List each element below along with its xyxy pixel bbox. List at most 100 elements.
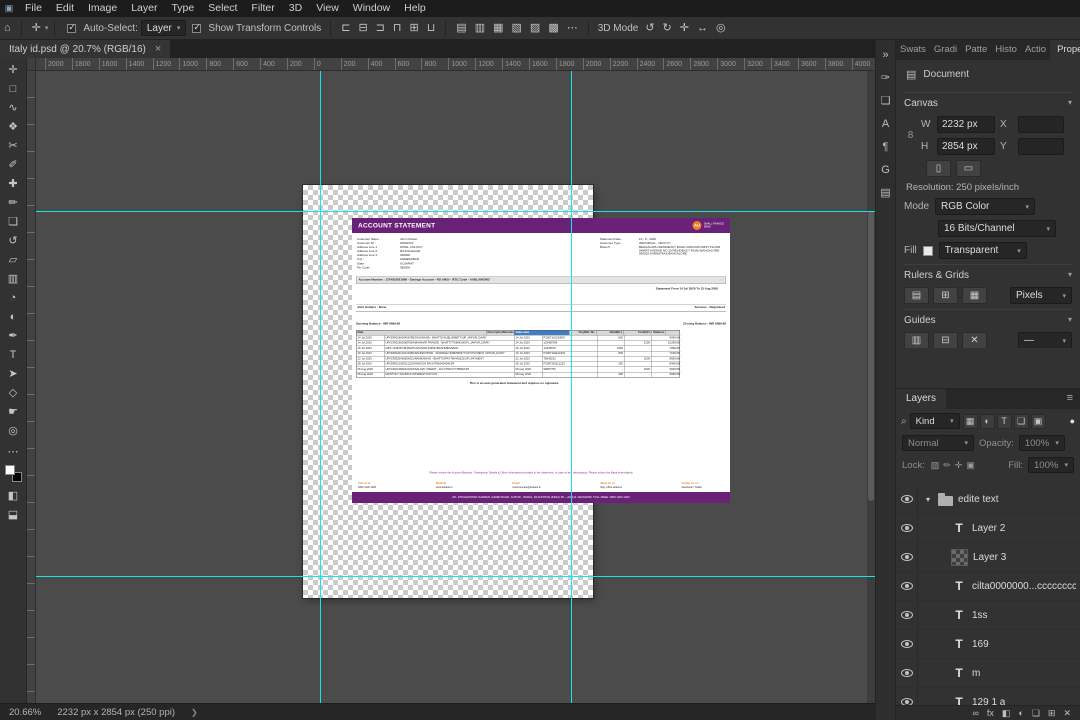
hand-tool[interactable]: ☛: [2, 402, 25, 421]
libraries-panel-icon[interactable]: ▤: [877, 181, 895, 204]
layer-visibility-toggle[interactable]: [900, 698, 913, 705]
clear-guides-icon[interactable]: ✕: [962, 332, 987, 348]
show-transform-checkbox[interactable]: [192, 22, 202, 33]
canvas-section-header[interactable]: Canvas ▾: [904, 98, 1072, 109]
more-options-icon[interactable]: ⋯: [563, 17, 582, 39]
layer-row[interactable]: 169: [896, 630, 1080, 659]
filter-shape-layers-icon[interactable]: ❏: [1013, 413, 1029, 429]
guide-vertical-1[interactable]: [320, 71, 321, 703]
gradient-tool[interactable]: ▥: [2, 269, 25, 288]
type-tool[interactable]: T: [2, 345, 25, 364]
crop-tool[interactable]: ✂: [2, 136, 25, 155]
tool-preset-arrow-icon[interactable]: ▾: [45, 24, 49, 32]
menu-item[interactable]: Edit: [49, 0, 81, 17]
layer-visibility-toggle[interactable]: [900, 611, 913, 619]
canvas[interactable]: ACCOUNT STATEMENT AU SMALL FINANCE BANK …: [27, 58, 875, 703]
layer-row[interactable]: Layer 3: [896, 543, 1080, 572]
new-layer-icon[interactable]: ⊞: [1048, 708, 1056, 719]
pen-tool[interactable]: ✒: [2, 326, 25, 345]
toggle-rulers-icon[interactable]: ▤: [904, 287, 929, 304]
new-group-icon[interactable]: ❏: [1032, 708, 1040, 719]
move-tool[interactable]: ✛: [2, 60, 25, 79]
slide-3d-camera-icon[interactable]: ↔: [693, 17, 712, 39]
menu-item[interactable]: Layer: [124, 0, 164, 17]
opacity-field[interactable]: 100% ▾: [1018, 435, 1065, 451]
layer-row[interactable]: cilta0000000...cccccccc0 d: [896, 572, 1080, 601]
edit-toolbar-icon[interactable]: ⋯: [2, 442, 25, 461]
new-horizontal-guide-icon[interactable]: ⊟: [933, 332, 958, 348]
brush-tool[interactable]: ✏: [2, 193, 25, 212]
distribute-bottom-edges-icon[interactable]: ▦: [489, 17, 507, 39]
filter-adjustment-layers-icon[interactable]: ◐: [979, 413, 995, 429]
path-selection-tool[interactable]: ➤: [2, 364, 25, 383]
color-mode-dropdown[interactable]: RGB Color ▾: [935, 198, 1036, 215]
link-dimensions-icon[interactable]: 8: [906, 130, 915, 141]
new-vertical-guide-icon[interactable]: ▥: [904, 332, 929, 348]
distribute-right-edges-icon[interactable]: ▩: [544, 17, 562, 39]
align-right-edges-icon[interactable]: ⊐: [372, 17, 389, 39]
menu-item[interactable]: 3D: [282, 0, 309, 17]
panel-tab-properties[interactable]: Properties: [1050, 40, 1080, 60]
distribute-top-edges-icon[interactable]: ▤: [452, 17, 470, 39]
menu-item[interactable]: Window: [346, 0, 397, 17]
rectangular-marquee-tool[interactable]: □: [2, 79, 25, 98]
glyphs-panel-icon[interactable]: G: [877, 158, 895, 181]
clone-source-panel-icon[interactable]: ❏: [877, 89, 895, 112]
toggle-snap-icon[interactable]: ▦: [962, 287, 987, 304]
units-dropdown[interactable]: Pixels ▾: [1010, 287, 1072, 304]
orbit-3d-camera-icon[interactable]: ↺: [641, 17, 658, 39]
menu-item[interactable]: View: [309, 0, 346, 17]
portrait-orientation-icon[interactable]: ▯: [926, 160, 951, 177]
rectangle-tool[interactable]: ◇: [2, 383, 25, 402]
layer-row[interactable]: Layer 2: [896, 514, 1080, 543]
menu-item[interactable]: File: [18, 0, 49, 17]
distribute-left-edges-icon[interactable]: ▧: [508, 17, 526, 39]
guide-horizontal-1[interactable]: [36, 211, 875, 212]
guide-style-dropdown[interactable]: — ▾: [1018, 332, 1072, 348]
eraser-tool[interactable]: ▱: [2, 250, 25, 269]
align-bottom-edges-icon[interactable]: ⊔: [423, 17, 440, 39]
panel-tab[interactable]: Gradi: [930, 40, 961, 60]
rulers-grids-section-header[interactable]: Rulers & Grids ▾: [904, 270, 1072, 281]
filter-smart-objects-icon[interactable]: ▣: [1030, 413, 1046, 429]
quick-selection-tool[interactable]: ❖: [2, 117, 25, 136]
landscape-orientation-icon[interactable]: ▭: [956, 160, 981, 177]
roll-3d-camera-icon[interactable]: ↻: [659, 17, 676, 39]
align-horizontal-centers-icon[interactable]: ⊟: [354, 17, 371, 39]
panel-tab[interactable]: Swats: [896, 40, 930, 60]
width-field[interactable]: 2232 px: [937, 116, 995, 133]
lock-transparent-pixels-icon[interactable]: ▨: [930, 460, 941, 471]
zoom-3d-camera-icon[interactable]: ◎: [712, 17, 730, 39]
drag-3d-camera-icon[interactable]: ✛: [676, 17, 693, 39]
layer-row[interactable]: 129 1 a: [896, 688, 1080, 705]
height-field[interactable]: 2854 px: [937, 138, 995, 155]
layer-visibility-toggle[interactable]: [900, 495, 913, 503]
scrollbar-thumb[interactable]: [868, 211, 874, 501]
zoom-tool[interactable]: ◎: [2, 421, 25, 440]
layer-row[interactable]: m: [896, 659, 1080, 688]
toggle-grid-icon[interactable]: ⊞: [933, 287, 958, 304]
layer-visibility-toggle[interactable]: [900, 524, 913, 532]
align-top-edges-icon[interactable]: ⊓: [389, 17, 406, 39]
home-icon[interactable]: ⌂: [0, 17, 15, 39]
link-layers-icon[interactable]: ∞: [972, 708, 978, 718]
guide-vertical-2[interactable]: [571, 71, 572, 703]
brush-settings-panel-icon[interactable]: ✑: [877, 66, 895, 89]
character-panel-icon[interactable]: A: [877, 112, 895, 135]
history-brush-tool[interactable]: ↺: [2, 231, 25, 250]
bit-depth-dropdown[interactable]: 16 Bits/Channel ▾: [938, 220, 1056, 237]
status-options-icon[interactable]: ❯: [191, 708, 198, 717]
close-tab-icon[interactable]: ×: [155, 43, 161, 55]
blur-tool[interactable]: ◔: [2, 288, 25, 307]
distribute-vertical-centers-icon[interactable]: ▥: [471, 17, 489, 39]
layer-row[interactable]: 1ss: [896, 601, 1080, 630]
screen-mode-icon[interactable]: ⬓: [2, 505, 25, 524]
blend-mode-dropdown[interactable]: Normal ▾: [902, 435, 974, 451]
menu-item[interactable]: Image: [81, 0, 124, 17]
layer-visibility-toggle[interactable]: [900, 553, 913, 561]
dodge-tool[interactable]: ◐: [2, 307, 25, 326]
lock-position-icon[interactable]: ✛: [954, 460, 964, 471]
add-layer-mask-icon[interactable]: ◧: [1002, 708, 1011, 719]
zoom-level-field[interactable]: 20.66%: [9, 707, 41, 718]
filter-pixel-layers-icon[interactable]: ▦: [962, 413, 978, 429]
